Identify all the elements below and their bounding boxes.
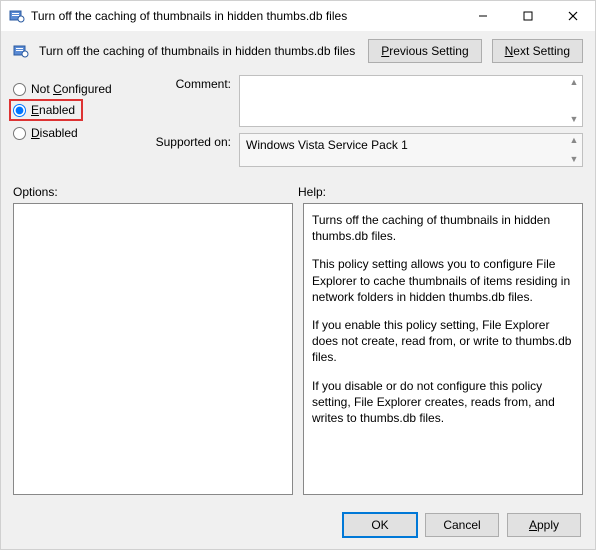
section-labels: Options: Help: — [1, 179, 595, 203]
radio-enabled[interactable]: Enabled — [13, 102, 75, 118]
help-paragraph: If you disable or do not configure this … — [312, 378, 574, 427]
radio-label: Disabled — [31, 126, 78, 140]
comment-textarea[interactable]: ▲ ▼ — [239, 75, 583, 127]
help-panel: Turns off the caching of thumbnails in h… — [303, 203, 583, 495]
options-label: Options: — [13, 185, 298, 199]
ok-button[interactable]: OK — [343, 513, 417, 537]
maximize-button[interactable] — [505, 1, 550, 31]
comment-row: Comment: ▲ ▼ — [149, 75, 583, 127]
header-row: Turn off the caching of thumbnails in hi… — [1, 31, 595, 75]
policy-icon — [9, 8, 25, 24]
close-button[interactable] — [550, 1, 595, 31]
policy-icon — [13, 43, 29, 59]
options-panel — [13, 203, 293, 495]
radio-disabled-input[interactable] — [13, 127, 26, 140]
supported-on-value: Windows Vista Service Pack 1 — [246, 138, 408, 152]
policy-title: Turn off the caching of thumbnails in hi… — [39, 44, 358, 58]
dialog-window: Turn off the caching of thumbnails in hi… — [0, 0, 596, 550]
apply-button[interactable]: Apply — [507, 513, 581, 537]
cancel-button[interactable]: Cancel — [425, 513, 499, 537]
next-setting-button[interactable]: Next Setting — [492, 39, 583, 63]
scrollbar[interactable]: ▲ ▼ — [566, 134, 582, 166]
radio-label: Enabled — [31, 103, 75, 117]
help-paragraph: Turns off the caching of thumbnails in h… — [312, 212, 574, 244]
radio-label: Not Configured — [31, 82, 112, 96]
comment-label: Comment: — [149, 75, 239, 91]
radio-disabled[interactable]: Disabled — [13, 123, 135, 143]
scroll-down-icon[interactable]: ▼ — [566, 115, 582, 124]
highlight-box: Enabled — [9, 99, 83, 121]
panels-row: Turns off the caching of thumbnails in h… — [1, 203, 595, 503]
dialog-footer: OK Cancel Apply — [1, 503, 595, 549]
scroll-down-icon[interactable]: ▼ — [566, 155, 582, 164]
radio-enabled-input[interactable] — [13, 104, 26, 117]
radio-not-configured[interactable]: Not Configured — [13, 79, 135, 99]
config-area: Not Configured Enabled Disabled Comment: — [1, 75, 595, 179]
scroll-up-icon[interactable]: ▲ — [566, 78, 582, 87]
radio-not-configured-input[interactable] — [13, 83, 26, 96]
scroll-up-icon[interactable]: ▲ — [566, 136, 582, 145]
supported-label: Supported on: — [149, 133, 239, 149]
supported-row: Supported on: Windows Vista Service Pack… — [149, 133, 583, 167]
help-label: Help: — [298, 185, 583, 199]
help-paragraph: If you enable this policy setting, File … — [312, 317, 574, 366]
previous-setting-button[interactable]: Previous Setting — [368, 39, 481, 63]
titlebar: Turn off the caching of thumbnails in hi… — [1, 1, 595, 31]
window-title: Turn off the caching of thumbnails in hi… — [31, 9, 460, 23]
state-radio-group: Not Configured Enabled Disabled — [13, 75, 135, 173]
scrollbar[interactable]: ▲ ▼ — [566, 76, 582, 126]
help-paragraph: This policy setting allows you to config… — [312, 256, 574, 305]
minimize-button[interactable] — [460, 1, 505, 31]
supported-on-box: Windows Vista Service Pack 1 ▲ ▼ — [239, 133, 583, 167]
fields-column: Comment: ▲ ▼ Supported on: Windows Vista… — [149, 75, 583, 173]
